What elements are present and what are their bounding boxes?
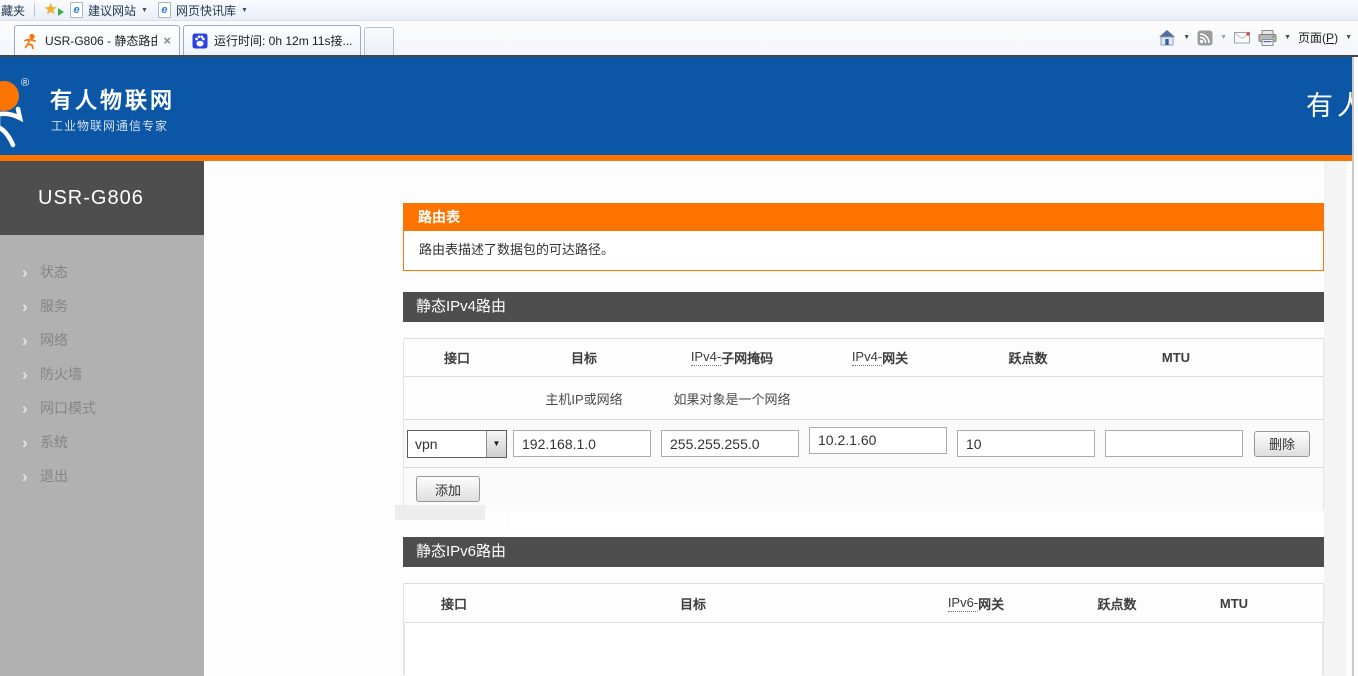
command-bar: ▼ ▼ ▼ 页面(P) ▼ — [1151, 29, 1352, 46]
ie-page-icon: e — [70, 2, 83, 18]
tab-usr-g806[interactable]: USR-G806 - 静态路由 × — [14, 25, 180, 55]
page-gutter — [1324, 161, 1346, 676]
chevron-down-icon[interactable]: ▼ — [1345, 34, 1352, 41]
chevron-right-icon: › — [22, 264, 36, 281]
col-mtu: MTU — [1220, 596, 1248, 611]
chevron-right-icon: › — [22, 434, 36, 451]
col-interface: 接口 — [441, 594, 467, 613]
netmask-input[interactable] — [661, 430, 799, 457]
chevron-down-icon[interactable]: ▼ — [1220, 34, 1227, 41]
col-metric: 跃点数 — [1097, 594, 1136, 613]
render-artifact — [510, 512, 1332, 530]
ipv4-table: 接口 目标 IPv4-子网掩码 IPv4-网关 跃点数 MTU 主机IP或网络 … — [403, 338, 1324, 510]
abbr-ipv4: IPv4- — [691, 349, 721, 366]
page-menu[interactable]: 页面(P) — [1298, 29, 1338, 46]
chevron-down-icon: ▼ — [241, 7, 248, 14]
panel-title: 路由表 — [403, 203, 1324, 231]
chevron-down-icon: ▼ — [486, 431, 506, 457]
chevron-down-icon: ▼ — [141, 7, 148, 14]
sidebar: USR-G806 › 状态 › 服务 › 网络 › 防火墙 › 网口模式 — [0, 161, 204, 676]
close-icon[interactable]: × — [163, 33, 171, 48]
tab-title: USR-G806 - 静态路由 — [45, 32, 157, 49]
panel-description: 路由表描述了数据包的可达路径。 — [403, 231, 1324, 271]
hint-target: 主机IP或网络 — [510, 377, 658, 419]
ipv6-header-row: 接口 目标 IPv6-网关 跃点数 MTU — [404, 583, 1323, 623]
sidebar-item-services[interactable]: › 服务 — [0, 289, 204, 323]
interface-select[interactable]: vpn ▼ — [407, 430, 507, 458]
col-gateway: 网关 — [978, 594, 1004, 613]
window-edge[interactable] — [1352, 57, 1358, 676]
header-right-text: 有人 — [1306, 84, 1352, 123]
print-icon[interactable] — [1258, 30, 1277, 46]
chevron-right-icon: › — [22, 366, 36, 383]
ipv4-route-row: vpn ▼ 删除 — [404, 420, 1323, 468]
col-netmask: 子网掩码 — [721, 348, 773, 367]
chevron-down-icon[interactable]: ▼ — [1284, 34, 1291, 41]
add-favorite-icon[interactable]: ★ — [44, 2, 64, 18]
col-mtu: MTU — [1162, 350, 1190, 365]
favorite-item-web-slice-gallery[interactable]: e 网页快讯库 ▼ — [156, 2, 248, 19]
ipv6-routes-section: 静态IPv6路由 接口 目标 IPv6-网关 跃点数 MTU — [403, 537, 1324, 675]
baidu-favicon — [192, 33, 208, 49]
col-gateway: 网关 — [882, 348, 908, 367]
main-content: 路由表 路由表描述了数据包的可达路径。 静态IPv4路由 接口 目标 IPv4-… — [204, 161, 1358, 676]
new-tab-stub[interactable] — [364, 27, 394, 55]
chevron-right-icon: › — [22, 400, 36, 417]
tab-title: 运行时间: 0h 12m 11s接... — [214, 32, 352, 49]
chevron-right-icon: › — [22, 298, 36, 315]
divider — [34, 3, 35, 17]
chevron-right-icon: › — [22, 332, 36, 349]
hint-netmask: 如果对象是一个网络 — [658, 377, 806, 419]
col-metric: 跃点数 — [1008, 348, 1047, 367]
favorite-item-suggested-sites[interactable]: e 建议网站 ▼ — [68, 2, 148, 19]
brand-title: 有人物联网 — [50, 83, 175, 115]
ipv6-empty-row — [404, 623, 1323, 675]
col-interface: 接口 — [444, 348, 470, 367]
ipv4-add-row: 添加 — [404, 468, 1323, 510]
gateway-input[interactable] — [809, 427, 947, 454]
metric-input[interactable] — [957, 430, 1095, 457]
section-title: 静态IPv6路由 — [403, 537, 1324, 567]
sidebar-item-logout[interactable]: › 退出 — [0, 459, 204, 493]
green-arrow-icon — [58, 8, 64, 16]
ipv6-table: 接口 目标 IPv6-网关 跃点数 MTU — [403, 583, 1324, 675]
ie-page-icon: e — [158, 2, 171, 18]
favorites-bar: 藏夹 ★ e 建议网站 ▼ e 网页快讯库 ▼ — [0, 0, 1358, 21]
svg-text:®: ® — [21, 77, 29, 89]
device-name: USR-G806 — [0, 161, 204, 235]
tab-bar: USR-G806 - 静态路由 × 运行时间: 0h 12m 11s接... ▼ — [0, 21, 1358, 57]
home-icon[interactable] — [1158, 30, 1176, 46]
mtu-input[interactable] — [1105, 430, 1243, 457]
mail-icon[interactable] — [1234, 31, 1251, 44]
sidebar-menu: › 状态 › 服务 › 网络 › 防火墙 › 网口模式 › 系统 — [0, 235, 204, 493]
favorites-cropped-label: 藏夹 — [1, 2, 25, 19]
ipv4-header-row: 接口 目标 IPv4-子网掩码 IPv4-网关 跃点数 MTU — [404, 338, 1323, 377]
chevron-right-icon: › — [22, 468, 36, 485]
sidebar-item-port-mode[interactable]: › 网口模式 — [0, 391, 204, 425]
sidebar-item-network[interactable]: › 网络 — [0, 323, 204, 357]
target-input[interactable] — [513, 430, 651, 457]
ipv4-hint-row: 主机IP或网络 如果对象是一个网络 — [404, 377, 1323, 420]
render-artifact — [395, 505, 485, 520]
abbr-ipv6: IPv6- — [948, 595, 978, 612]
sidebar-item-firewall[interactable]: › 防火墙 — [0, 357, 204, 391]
browser-window: 藏夹 ★ e 建议网站 ▼ e 网页快讯库 ▼ USR-G806 - 静态路由 … — [0, 0, 1358, 676]
sidebar-item-status[interactable]: › 状态 — [0, 255, 204, 289]
usr-favicon — [23, 33, 39, 49]
ipv4-routes-section: 静态IPv4路由 接口 目标 IPv4-子网掩码 IPv4-网关 跃点数 MTU… — [403, 292, 1324, 510]
sidebar-item-system[interactable]: › 系统 — [0, 425, 204, 459]
feed-icon[interactable] — [1197, 30, 1213, 46]
brand-tagline: 工业物联网通信专家 — [51, 117, 168, 134]
col-target: 目标 — [571, 348, 597, 367]
abbr-ipv4: IPv4- — [852, 349, 882, 366]
tab-runtime[interactable]: 运行时间: 0h 12m 11s接... — [183, 25, 361, 55]
section-title: 静态IPv4路由 — [403, 292, 1324, 322]
site-header: ® 有人物联网 工业物联网通信专家 有人 — [0, 57, 1352, 155]
chevron-down-icon[interactable]: ▼ — [1183, 34, 1190, 41]
route-table-panel: 路由表 路由表描述了数据包的可达路径。 — [403, 203, 1324, 271]
col-target: 目标 — [680, 594, 706, 613]
add-button[interactable]: 添加 — [416, 476, 480, 502]
usr-logo-icon: ® — [0, 65, 51, 151]
delete-button[interactable]: 删除 — [1254, 431, 1310, 457]
